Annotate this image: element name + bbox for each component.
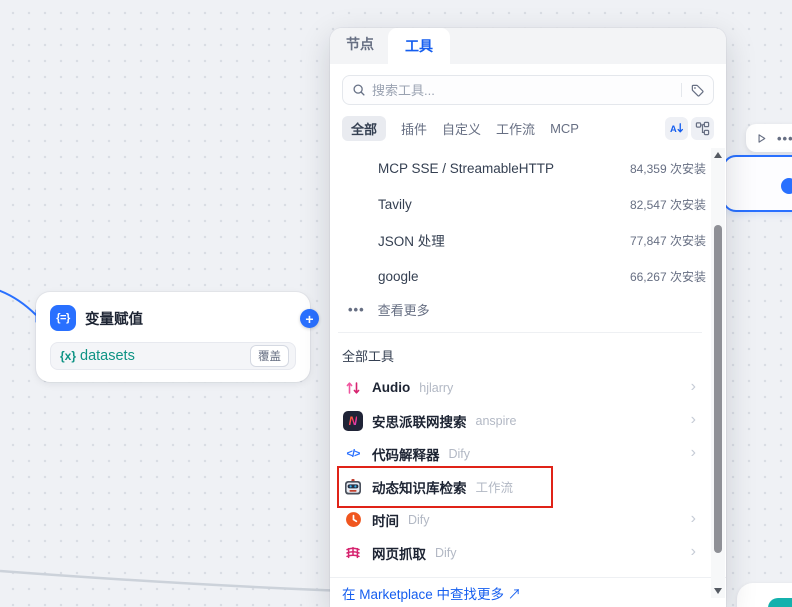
- tool-name: 代码解释器: [372, 444, 440, 464]
- tool-name: JSON 处理: [378, 230, 630, 250]
- filter-mcp[interactable]: MCP: [550, 121, 579, 136]
- tool-name: 安思派联网搜索: [372, 411, 467, 431]
- section-title: 全部工具: [330, 333, 710, 371]
- tool-row-dynamic-knowledge-retrieval[interactable]: 动态知识库检索 工作流: [330, 470, 710, 503]
- chevron-right-icon: ›: [691, 379, 696, 397]
- scrollbar[interactable]: [711, 148, 725, 598]
- marketplace-link[interactable]: 在 Marketplace 中查找更多 ↗: [342, 583, 521, 603]
- ellipsis-icon: •••: [348, 302, 365, 317]
- node-connector-handle[interactable]: [781, 178, 792, 194]
- tool-provider: hjlarry: [419, 381, 453, 395]
- featured-tool-row[interactable]: JSON 处理 77,847 次安装: [330, 222, 710, 258]
- chevron-right-icon: ›: [691, 412, 696, 430]
- see-more-label: 查看更多: [378, 300, 430, 319]
- chevron-right-icon: ›: [691, 511, 696, 529]
- featured-tool-row[interactable]: MCP SSE / StreamableHTTP 84,359 次安装: [330, 150, 710, 186]
- install-count: 82,547 次安装: [630, 196, 706, 213]
- more-icon[interactable]: •••: [777, 131, 792, 146]
- tool-name: Tavily: [378, 197, 630, 212]
- tool-row-audio[interactable]: Audio hjlarry ›: [330, 371, 710, 404]
- scrollbar-thumb[interactable]: [714, 225, 722, 553]
- variable-name: datasets: [80, 348, 250, 364]
- variable-assigner-node[interactable]: {=} 变量赋值 + {x} datasets 覆盖: [36, 292, 310, 382]
- panel-tabs: 节点 工具: [330, 28, 726, 64]
- tool-row-code-interpreter[interactable]: </> 代码解释器 Dify ›: [330, 437, 710, 470]
- clock-icon: [343, 510, 363, 530]
- search-box: [342, 75, 714, 105]
- chevron-right-icon: ›: [691, 544, 696, 562]
- filter-workflow[interactable]: 工作流: [496, 119, 535, 138]
- audio-icon: [343, 378, 363, 398]
- tool-provider: 工作流: [476, 477, 514, 496]
- tool-name: 网页抓取: [372, 543, 426, 563]
- scrollbar-up-arrow[interactable]: [711, 148, 725, 162]
- play-icon[interactable]: [755, 132, 768, 145]
- anspire-icon: N: [343, 411, 363, 431]
- write-mode-badge: 覆盖: [250, 345, 289, 367]
- variable-assigner-icon: {=}: [50, 305, 76, 331]
- tool-row-web-scraper[interactable]: 网页抓取 Dify ›: [330, 536, 710, 569]
- filter-all[interactable]: 全部: [342, 116, 386, 141]
- tab-tools[interactable]: 工具: [388, 28, 450, 64]
- tag-filter-icon[interactable]: [690, 83, 705, 98]
- tool-name: google: [378, 269, 630, 284]
- tool-name: MCP SSE / StreamableHTTP: [378, 161, 630, 176]
- web-scraper-icon: [343, 543, 363, 563]
- svg-text:A: A: [670, 124, 677, 134]
- tab-nodes[interactable]: 节点: [344, 34, 386, 64]
- install-count: 66,267 次安装: [630, 268, 706, 285]
- tool-row-anspire[interactable]: N 安思派联网搜索 anspire ›: [330, 404, 710, 437]
- tools-list: MCP SSE / StreamableHTTP 84,359 次安装 Tavi…: [330, 150, 726, 569]
- divider: [681, 83, 682, 97]
- filter-custom[interactable]: 自定义: [442, 119, 481, 138]
- tool-provider: Dify: [435, 546, 457, 560]
- see-more-button[interactable]: ••• 查看更多: [330, 294, 710, 324]
- panel-footer: 在 Marketplace 中查找更多 ↗: [330, 577, 726, 607]
- install-count: 77,847 次安装: [630, 232, 706, 249]
- search-icon: [352, 83, 366, 97]
- featured-tool-row[interactable]: google 66,267 次安装: [330, 258, 710, 294]
- variable-row[interactable]: {x} datasets 覆盖: [50, 342, 296, 370]
- tool-row-time[interactable]: 时间 Dify ›: [330, 503, 710, 536]
- install-count: 84,359 次安装: [630, 160, 706, 177]
- tool-name: Audio: [372, 380, 410, 395]
- tool-provider: anspire: [476, 414, 517, 428]
- tools-panel: 节点 工具 全部 插件 自定义 工作流 MCP A: [330, 28, 726, 607]
- scrollbar-down-arrow[interactable]: [711, 584, 725, 598]
- node-mini-toolbar: •••: [746, 124, 792, 152]
- partial-node-icon: [768, 598, 792, 607]
- add-next-node-button[interactable]: +: [300, 309, 319, 328]
- tool-provider: Dify: [449, 447, 471, 461]
- tool-name: 时间: [372, 510, 399, 530]
- tool-name: 动态知识库检索: [372, 477, 467, 497]
- search-input[interactable]: [372, 83, 681, 98]
- code-icon: </>: [343, 444, 363, 464]
- chevron-right-icon: ›: [691, 445, 696, 463]
- node-title: 变量赋值: [85, 308, 143, 329]
- sort-az-icon[interactable]: A: [665, 117, 688, 140]
- filter-plugins[interactable]: 插件: [401, 119, 427, 138]
- robot-icon: [343, 477, 363, 497]
- tool-provider: Dify: [408, 513, 430, 527]
- variable-icon: {x}: [60, 349, 76, 363]
- tree-view-icon[interactable]: [691, 117, 714, 140]
- filter-row: 全部 插件 自定义 工作流 MCP A: [330, 105, 726, 150]
- featured-tool-row[interactable]: Tavily 82,547 次安装: [330, 186, 710, 222]
